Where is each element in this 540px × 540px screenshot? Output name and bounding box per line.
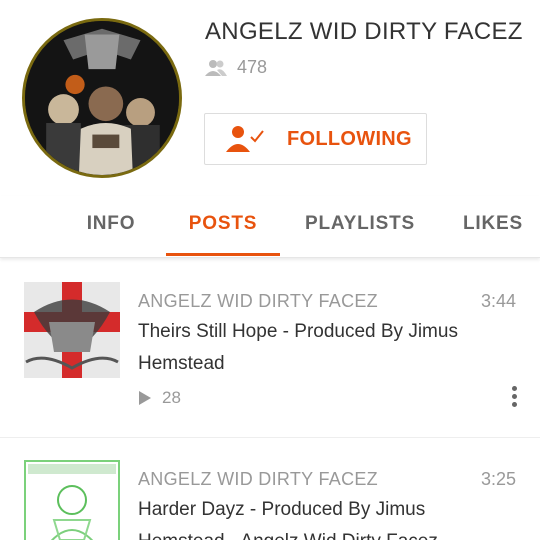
track-artwork-image xyxy=(24,460,120,540)
tab-likes[interactable]: LIKES xyxy=(450,196,536,256)
track-artwork[interactable] xyxy=(24,460,120,540)
followers-count[interactable]: 478 xyxy=(205,57,267,78)
track-duration: 3:25 xyxy=(480,469,516,489)
track-plays: 28 xyxy=(138,388,181,408)
following-button-label: FOLLOWING xyxy=(287,127,412,150)
profile-name: ANGELZ WID DIRTY FACEZ xyxy=(205,18,523,45)
track-artwork-image xyxy=(24,282,120,378)
track-duration: 3:44 xyxy=(480,291,516,311)
track-title[interactable]: Theirs Still Hope - Produced By Jimus He… xyxy=(138,316,508,380)
track-artwork[interactable] xyxy=(24,282,120,378)
track-plays-count: 28 xyxy=(162,388,181,407)
track-artist[interactable]: ANGELZ WID DIRTY FACEZ xyxy=(138,469,378,490)
track-row[interactable]: ANGELZ WID DIRTY FACEZ 3:44 Theirs Still… xyxy=(0,262,540,438)
play-icon xyxy=(139,391,151,405)
profile-avatar[interactable] xyxy=(22,18,182,178)
track-row[interactable]: ANGELZ WID DIRTY FACEZ 3:25 Harder Dayz … xyxy=(0,438,540,540)
followers-count-value: 478 xyxy=(237,57,268,77)
tab-info[interactable]: INFO xyxy=(72,196,150,256)
profile-tabs: INFO POSTS PLAYLISTS LIKES xyxy=(0,196,540,258)
avatar-image xyxy=(25,21,179,175)
user-check-icon xyxy=(226,126,264,152)
tab-playlists[interactable]: PLAYLISTS xyxy=(294,196,426,256)
following-button[interactable]: FOLLOWING xyxy=(204,113,427,165)
tab-posts[interactable]: POSTS xyxy=(166,196,280,256)
people-icon xyxy=(205,59,227,76)
track-artist[interactable]: ANGELZ WID DIRTY FACEZ xyxy=(138,291,378,312)
more-vertical-icon[interactable] xyxy=(508,386,520,412)
track-title[interactable]: Harder Dayz - Produced By Jimus Hemstead… xyxy=(138,494,508,540)
